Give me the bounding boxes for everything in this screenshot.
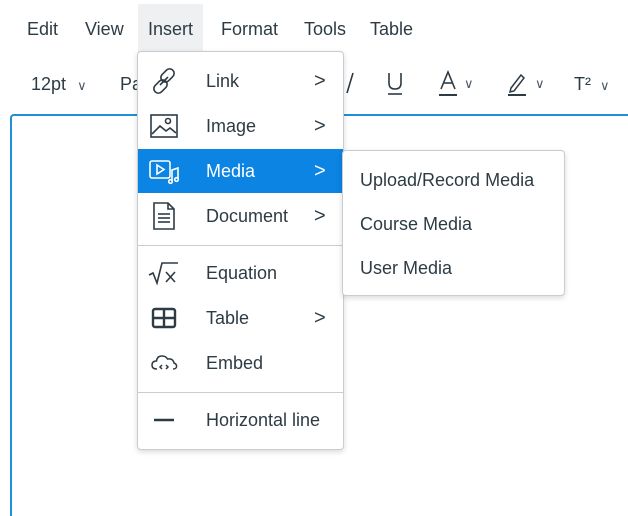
embed-icon	[151, 355, 178, 370]
font-size-dropdown[interactable]: 12pt ∨	[31, 58, 87, 110]
table-icon	[151, 307, 177, 329]
menu-item-equation[interactable]: Equation	[138, 251, 343, 295]
chevron-down-icon: ∨	[77, 78, 87, 93]
equation-icon	[148, 262, 178, 286]
chevron-right-icon: >	[314, 70, 326, 92]
highlight-icon	[508, 73, 526, 96]
font-size-value: 12pt	[31, 74, 67, 94]
image-icon	[150, 114, 178, 138]
menu-bar: Edit View Insert Format Tools Table	[0, 0, 628, 58]
menu-item-media[interactable]: Media >	[138, 149, 343, 193]
chevron-down-icon: ∨	[535, 76, 545, 91]
underline-button[interactable]	[385, 58, 405, 110]
menu-format[interactable]: Format	[221, 4, 278, 54]
chevron-right-icon: >	[314, 307, 326, 329]
menu-item-label: Equation	[206, 263, 278, 283]
menu-insert[interactable]: Insert	[138, 4, 204, 54]
menu-item-table[interactable]: Table >	[138, 296, 343, 340]
text-color-icon	[439, 69, 457, 96]
menu-item-label: Horizontal line	[206, 410, 321, 430]
menu-view[interactable]: View	[85, 4, 124, 54]
chevron-down-icon: ∨	[464, 76, 474, 91]
submenu-item-user-media[interactable]: User Media	[360, 246, 452, 290]
menu-item-embed[interactable]: Embed	[138, 341, 343, 385]
document-icon	[153, 202, 175, 230]
menu-item-label: Table	[206, 308, 250, 328]
chevron-right-icon: >	[314, 115, 326, 137]
chevron-down-icon: ∨	[600, 78, 610, 93]
menu-item-label: Embed	[206, 353, 264, 373]
submenu-item-upload-record-media[interactable]: Upload/Record Media	[360, 158, 534, 202]
highlight-color-button[interactable]: ∨	[505, 58, 555, 110]
media-icon	[149, 160, 180, 185]
menu-tools[interactable]: Tools	[304, 4, 346, 54]
text-color-button[interactable]: ∨	[436, 58, 486, 110]
menu-item-horizontal-line[interactable]: Horizontal line	[138, 398, 343, 442]
link-icon	[153, 68, 175, 94]
insert-menu-dropdown: Link > Image > Media > Document > Equati…	[137, 51, 344, 450]
media-submenu: Upload/Record Media Course Media User Me…	[342, 150, 565, 296]
chevron-right-icon: >	[314, 160, 326, 182]
menu-edit[interactable]: Edit	[27, 4, 58, 54]
chevron-right-icon: >	[314, 205, 326, 227]
menu-item-label: Document	[206, 206, 289, 226]
menu-item-image[interactable]: Image >	[138, 104, 343, 148]
superscript-icon: T²	[574, 74, 591, 94]
menu-divider	[138, 245, 343, 246]
menu-item-label: Media	[206, 161, 256, 181]
menu-divider	[138, 392, 343, 393]
menu-table[interactable]: Table	[370, 4, 413, 54]
submenu-item-course-media[interactable]: Course Media	[360, 202, 472, 246]
menu-item-label: Image	[206, 116, 257, 136]
menu-item-document[interactable]: Document >	[138, 194, 343, 238]
menu-item-label: Link	[206, 71, 240, 91]
menu-item-link[interactable]: Link >	[138, 59, 343, 103]
superscript-button[interactable]: T² ∨	[574, 58, 628, 110]
horizontal-line-icon	[154, 418, 174, 422]
underline-icon	[388, 73, 402, 95]
